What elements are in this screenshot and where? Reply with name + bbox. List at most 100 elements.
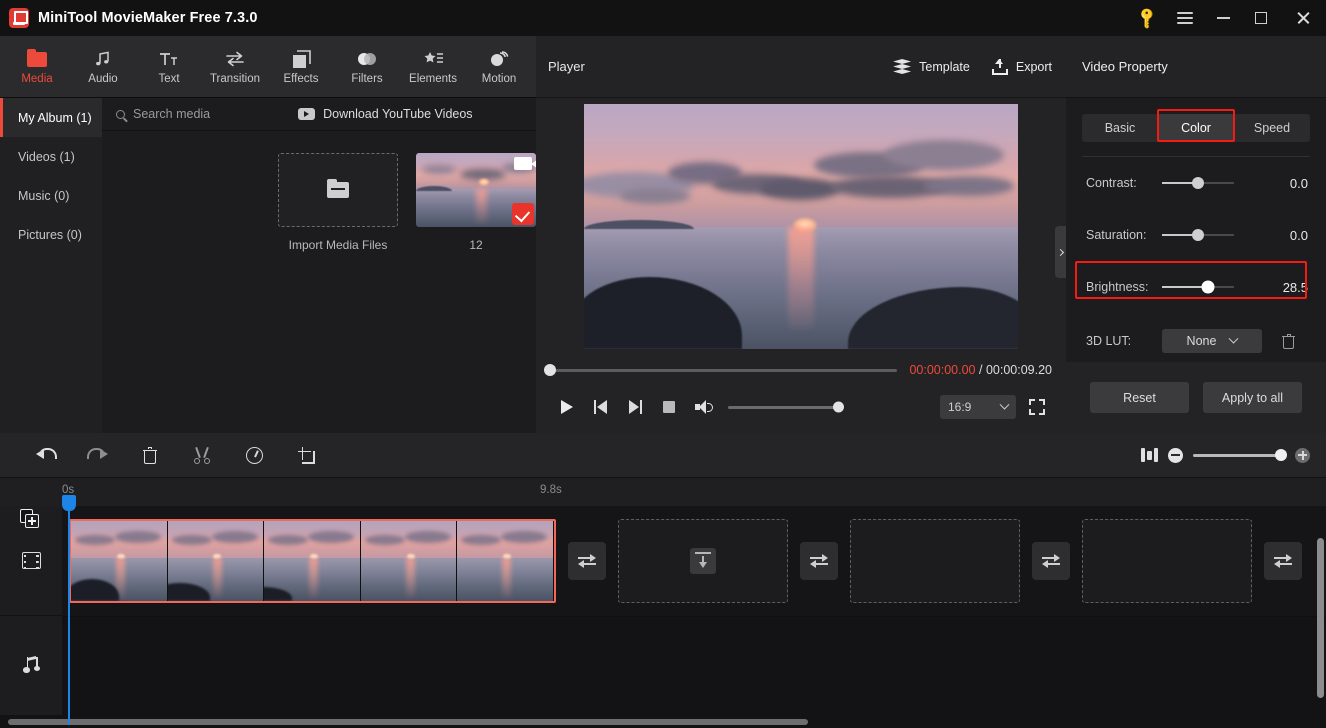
transition-arrows-icon xyxy=(1274,554,1292,568)
zoom-in-button[interactable] xyxy=(1295,447,1310,463)
video-clip[interactable] xyxy=(69,519,556,603)
volume-slider[interactable] xyxy=(728,401,844,413)
chevron-down-icon xyxy=(1228,333,1239,344)
import-media-cell[interactable]: Import Media Files xyxy=(278,153,398,252)
filters-circles-icon xyxy=(357,48,377,70)
key-icon[interactable]: 🔑 xyxy=(1128,0,1166,36)
audio-track-header[interactable] xyxy=(0,616,62,716)
add-track-icon[interactable] xyxy=(20,509,41,529)
sidebar-item-my-album[interactable]: My Album (1) xyxy=(0,98,102,137)
property-tabs: Basic Color Speed xyxy=(1082,109,1310,142)
ribbon-tab-filters[interactable]: Filters xyxy=(334,36,400,98)
seek-slider[interactable] xyxy=(544,364,898,376)
reset-button[interactable]: Reset xyxy=(1090,382,1189,413)
clip-frame xyxy=(360,521,458,601)
delete-lut-icon[interactable] xyxy=(1282,333,1295,349)
search-input[interactable]: Search media xyxy=(116,107,210,121)
brightness-thumb[interactable] xyxy=(1201,280,1215,294)
ribbon-tab-label: Transition xyxy=(209,73,261,86)
split-button[interactable] xyxy=(176,433,228,478)
close-button[interactable] xyxy=(1280,0,1326,36)
selected-checkmark-icon[interactable] xyxy=(512,203,534,225)
lut-select[interactable]: None xyxy=(1162,329,1262,353)
volume-thumb[interactable] xyxy=(833,401,844,413)
fullscreen-button[interactable] xyxy=(1022,392,1052,422)
export-button[interactable]: Export xyxy=(991,58,1052,75)
ribbon-tab-effects[interactable]: Effects xyxy=(268,36,334,98)
video-track[interactable] xyxy=(62,506,1326,616)
timeline-vertical-scrollbar[interactable] xyxy=(1317,538,1324,698)
track-gutter xyxy=(0,506,62,728)
tab-speed[interactable]: Speed xyxy=(1234,114,1310,142)
preview-canvas[interactable] xyxy=(584,104,1018,349)
audio-track[interactable] xyxy=(62,616,1326,716)
next-frame-button[interactable] xyxy=(618,390,652,424)
sidebar-item-videos[interactable]: Videos (1) xyxy=(0,137,102,176)
volume-button[interactable] xyxy=(686,390,720,424)
crop-button[interactable] xyxy=(280,433,332,478)
sidebar-item-music[interactable]: Music (0) xyxy=(0,176,102,215)
seek-thumb[interactable] xyxy=(544,364,556,376)
clip-placeholder[interactable] xyxy=(1082,519,1252,603)
sidebar-item-label: Music (0) xyxy=(18,188,70,203)
lut-value: None xyxy=(1186,334,1217,348)
saturation-label: Saturation: xyxy=(1086,228,1147,242)
delete-button[interactable] xyxy=(124,433,176,478)
contrast-slider[interactable] xyxy=(1162,176,1234,190)
collapse-panel-button[interactable] xyxy=(1055,226,1066,278)
undo-button[interactable] xyxy=(20,433,72,478)
saturation-slider[interactable] xyxy=(1162,228,1234,242)
trash-icon xyxy=(143,446,157,464)
add-transition-button[interactable] xyxy=(800,542,838,580)
zoom-slider[interactable] xyxy=(1193,449,1287,461)
menu-icon[interactable] xyxy=(1166,0,1204,36)
lut-control: 3D LUT: None xyxy=(1066,313,1326,369)
add-transition-button[interactable] xyxy=(1032,542,1070,580)
ribbon-tab-text[interactable]: Text xyxy=(136,36,202,98)
tab-color[interactable]: Color xyxy=(1158,114,1234,142)
timeline-ruler[interactable]: 0s 9.8s xyxy=(0,478,1326,725)
zoom-out-button[interactable] xyxy=(1168,447,1183,463)
brightness-slider[interactable] xyxy=(1162,280,1234,294)
clip-placeholder[interactable] xyxy=(850,519,1020,603)
media-thumbnail[interactable] xyxy=(416,153,536,227)
transition-arrows-icon xyxy=(225,48,245,70)
redo-button[interactable] xyxy=(72,433,124,478)
tab-basic[interactable]: Basic xyxy=(1082,114,1158,142)
maximize-button[interactable] xyxy=(1242,0,1280,36)
import-media-dropzone[interactable] xyxy=(278,153,398,227)
previous-frame-button[interactable] xyxy=(584,390,618,424)
play-button[interactable] xyxy=(550,390,584,424)
scissors-icon xyxy=(194,446,210,464)
clip-placeholder[interactable] xyxy=(618,519,788,603)
left-panel: Media Audio Text Transition Effects Filt… xyxy=(0,36,536,433)
apply-to-all-button[interactable]: Apply to all xyxy=(1203,382,1302,413)
ribbon-tab-audio[interactable]: Audio xyxy=(70,36,136,98)
template-button[interactable]: Template xyxy=(893,59,970,74)
ribbon-tab-transition[interactable]: Transition xyxy=(202,36,268,98)
contrast-thumb[interactable] xyxy=(1192,177,1204,189)
speed-button[interactable] xyxy=(228,433,280,478)
saturation-thumb[interactable] xyxy=(1192,229,1204,241)
media-item[interactable]: 12 xyxy=(416,153,536,252)
ribbon-tab-media[interactable]: Media xyxy=(4,36,70,98)
stop-button[interactable] xyxy=(652,390,686,424)
timeline-horizontal-scrollbar[interactable] xyxy=(8,719,808,725)
ribbon-tab-elements[interactable]: Elements xyxy=(400,36,466,98)
add-transition-button[interactable] xyxy=(1264,542,1302,580)
aspect-ratio-value: 16:9 xyxy=(948,400,972,414)
brightness-control: Brightness: 28.5 xyxy=(1066,261,1326,313)
aspect-ratio-select[interactable]: 16:9 xyxy=(940,395,1016,419)
player-title: Player xyxy=(548,59,585,74)
saturation-control: Saturation: 0.0 xyxy=(1066,209,1326,261)
download-youtube-button[interactable]: Download YouTube Videos xyxy=(298,107,473,121)
fit-timeline-icon[interactable] xyxy=(1140,448,1158,462)
ribbon-tab-motion[interactable]: Motion xyxy=(466,36,532,98)
import-media-label: Import Media Files xyxy=(288,238,388,252)
add-transition-button[interactable] xyxy=(568,542,606,580)
property-footer: Reset Apply to all xyxy=(1066,362,1326,433)
minimize-button[interactable] xyxy=(1204,0,1242,36)
layers-icon xyxy=(893,59,912,74)
sidebar-item-pictures[interactable]: Pictures (0) xyxy=(0,215,102,254)
zoom-thumb[interactable] xyxy=(1275,449,1287,461)
